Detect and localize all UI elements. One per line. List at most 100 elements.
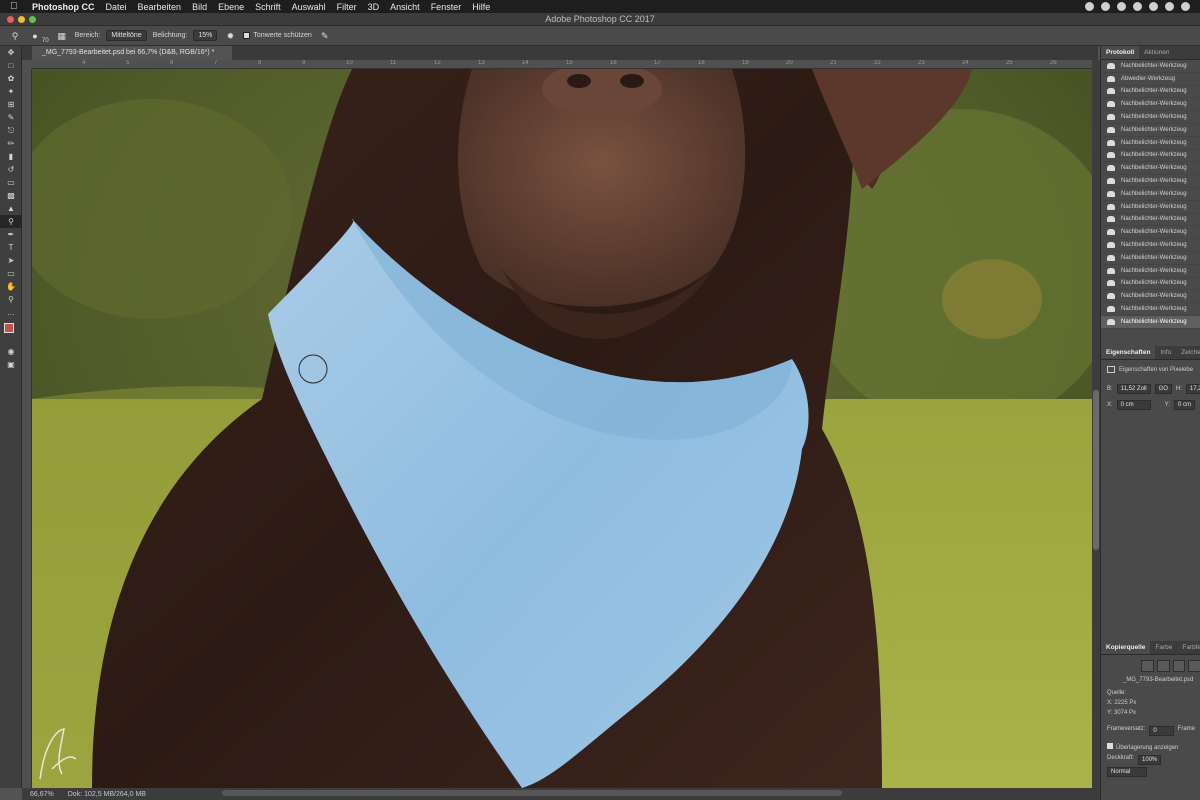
history-item[interactable]: Nachbelichter-Werkzeug — [1101, 252, 1200, 265]
burn-tool-preset-icon[interactable]: ⚲ — [8, 29, 22, 43]
zoom-tool-icon[interactable]: ⚲ — [0, 293, 22, 306]
status-icon[interactable] — [1149, 2, 1158, 11]
app-menu[interactable]: Photoshop CC — [32, 2, 95, 12]
opacity-field[interactable]: 100% — [1138, 755, 1162, 765]
menu-fenster[interactable]: Fenster — [431, 2, 462, 12]
clone-source-y[interactable]: Y: 3074 Px — [1101, 708, 1200, 718]
horizontal-scrollbar[interactable] — [222, 790, 842, 796]
history-item[interactable]: Nachbelichter-Werkzeug — [1101, 239, 1200, 252]
screen-mode-icon[interactable]: ▣ — [0, 358, 22, 371]
history-item[interactable]: Nachbelichter-Werkzeug — [1101, 150, 1200, 163]
menu-hilfe[interactable]: Hilfe — [472, 2, 490, 12]
menu-auswahl[interactable]: Auswahl — [292, 2, 326, 12]
tab-farbe[interactable]: Farbe — [1150, 641, 1177, 654]
healing-brush-tool-icon[interactable]: ⎋ — [0, 124, 22, 137]
tab-aktionen[interactable]: Aktionen — [1139, 46, 1174, 59]
history-item[interactable]: Nachbelichter-Werkzeug — [1101, 98, 1200, 112]
foreground-color-swatch[interactable] — [4, 323, 14, 333]
crop-tool-icon[interactable]: ⊞ — [0, 98, 22, 111]
history-item[interactable]: Nachbelichter-Werkzeug — [1101, 315, 1200, 329]
history-item[interactable]: Nachbelichter-Werkzeug — [1101, 111, 1200, 124]
shape-tool-icon[interactable]: ▭ — [0, 267, 22, 280]
history-item[interactable]: Nachbelichter-Werkzeug — [1101, 175, 1200, 188]
tab-eigenschaften[interactable]: Eigenschaften — [1101, 346, 1156, 359]
airbrush-icon[interactable]: ✹ — [223, 29, 237, 43]
clone-source-1-icon[interactable] — [1141, 660, 1154, 672]
history-item[interactable]: Nachbelichter-Werkzeug — [1101, 124, 1200, 137]
menu-schrift[interactable]: Schrift — [255, 2, 281, 12]
eraser-tool-icon[interactable]: ▭ — [0, 176, 22, 189]
history-item[interactable]: Nachbelichter-Werkzeug — [1101, 162, 1200, 176]
protect-tones-checkbox[interactable]: Tonwerte schützen — [243, 32, 312, 39]
history-item[interactable]: Nachbelichter-Werkzeug — [1101, 278, 1200, 291]
path-selection-tool-icon[interactable]: ➤ — [0, 254, 22, 267]
history-item[interactable]: Nachbelichter-Werkzeug — [1101, 86, 1200, 99]
marquee-tool-icon[interactable]: □ — [0, 59, 22, 72]
stamp-tool-icon[interactable]: ▮ — [0, 150, 22, 163]
ruler-corner[interactable] — [22, 60, 32, 69]
document-tab[interactable]: _MG_7793-Bearbeitet.psd bei 66,7% (D&B, … — [32, 46, 232, 60]
menu-3d[interactable]: 3D — [368, 2, 380, 12]
status-icon[interactable] — [1085, 2, 1094, 11]
history-item[interactable]: Nachbelichter-Werkzeug — [1101, 214, 1200, 227]
zoom-level[interactable]: 66,67% — [30, 791, 54, 798]
lasso-tool-icon[interactable]: ✿ — [0, 72, 22, 85]
apple-icon[interactable]:  — [10, 0, 24, 13]
status-icon[interactable] — [1101, 2, 1110, 11]
hand-tool-icon[interactable]: ✋ — [0, 280, 22, 293]
history-item[interactable]: Abwedler-Werkzeug — [1101, 73, 1200, 86]
horizontal-ruler[interactable]: 4 5 6 7 8 9 10 11 12 13 14 15 16 17 18 19 20 21 22 23 24 25 26 — [32, 60, 1092, 69]
menu-ansicht[interactable]: Ansicht — [390, 2, 420, 12]
status-icon[interactable] — [1133, 2, 1142, 11]
dodge-burn-tool-icon[interactable]: ⚲ — [0, 215, 22, 228]
brush-tool-icon[interactable]: ✏ — [0, 137, 22, 150]
frame-offset-field[interactable]: 0 — [1149, 726, 1174, 736]
menu-filter[interactable]: Filter — [337, 2, 357, 12]
width-field[interactable]: 11,52 Zoll — [1116, 384, 1151, 394]
type-tool-icon[interactable]: T — [0, 241, 22, 254]
pressure-size-icon[interactable]: ✎ — [318, 29, 332, 43]
clone-source-x[interactable]: X: 2225 Px — [1101, 698, 1200, 708]
history-item[interactable]: Nachbelichter-Werkzeug — [1101, 137, 1200, 150]
frame-lock-checkbox[interactable]: Frame — [1178, 726, 1195, 736]
brush-preset-picker[interactable]: ● — [28, 29, 42, 43]
blend-mode-select[interactable]: Normal — [1107, 767, 1148, 777]
quick-mask-icon[interactable]: ◉ — [0, 345, 22, 358]
history-item[interactable]: Nachbelichter-Werkzeug — [1101, 303, 1200, 316]
history-item[interactable]: Nachbelichter-Werkzeug — [1101, 60, 1200, 73]
pen-tool-icon[interactable]: ✒ — [0, 228, 22, 241]
document-canvas[interactable] — [32, 69, 1092, 788]
vertical-ruler[interactable] — [22, 69, 32, 788]
blur-tool-icon[interactable]: ▲ — [0, 202, 22, 215]
history-item[interactable]: Nachbelichter-Werkzeug — [1101, 226, 1200, 240]
history-item[interactable]: Nachbelichter-Werkzeug — [1101, 290, 1200, 304]
menu-bild[interactable]: Bild — [192, 2, 207, 12]
scroll-thumb[interactable] — [1093, 390, 1099, 550]
exposure-input[interactable]: 15% — [193, 30, 218, 41]
link-dimensions-button[interactable]: GO — [1154, 384, 1172, 394]
history-item[interactable]: Nachbelichter-Werkzeug — [1101, 188, 1200, 201]
clone-source-4-icon[interactable] — [1188, 660, 1200, 672]
gradient-tool-icon[interactable]: ▩ — [0, 189, 22, 202]
brush-panel-icon[interactable]: ▦ — [55, 29, 69, 43]
menu-ebene[interactable]: Ebene — [218, 2, 244, 12]
move-tool-icon[interactable]: ✥ — [0, 46, 22, 59]
y-field[interactable]: 0 cm — [1174, 400, 1196, 410]
history-item[interactable]: Nachbelichter-Werkzeug — [1101, 201, 1200, 214]
eyedropper-tool-icon[interactable]: ✎ — [0, 111, 22, 124]
height-field[interactable]: 17,28 Z — [1185, 384, 1200, 394]
tab-zeichen[interactable]: Zeichen — [1176, 346, 1200, 359]
x-field[interactable]: 0 cm — [1116, 400, 1151, 410]
tab-farbfelder[interactable]: Farbfelder — [1177, 641, 1200, 654]
status-icon[interactable] — [1117, 2, 1126, 11]
history-item[interactable]: Nachbelichter-Werkzeug — [1101, 265, 1200, 278]
overlay-checkbox[interactable] — [1107, 743, 1113, 749]
clone-source-3-icon[interactable] — [1172, 660, 1186, 672]
range-select[interactable]: Mitteltöne — [106, 30, 147, 41]
quick-selection-tool-icon[interactable]: ✦ — [0, 85, 22, 98]
status-icon[interactable] — [1181, 2, 1190, 11]
more-tools-icon[interactable]: … — [0, 306, 22, 319]
vertical-scrollbar[interactable] — [1092, 60, 1100, 788]
menu-bearbeiten[interactable]: Bearbeiten — [138, 2, 182, 12]
history-brush-tool-icon[interactable]: ↺ — [0, 163, 22, 176]
